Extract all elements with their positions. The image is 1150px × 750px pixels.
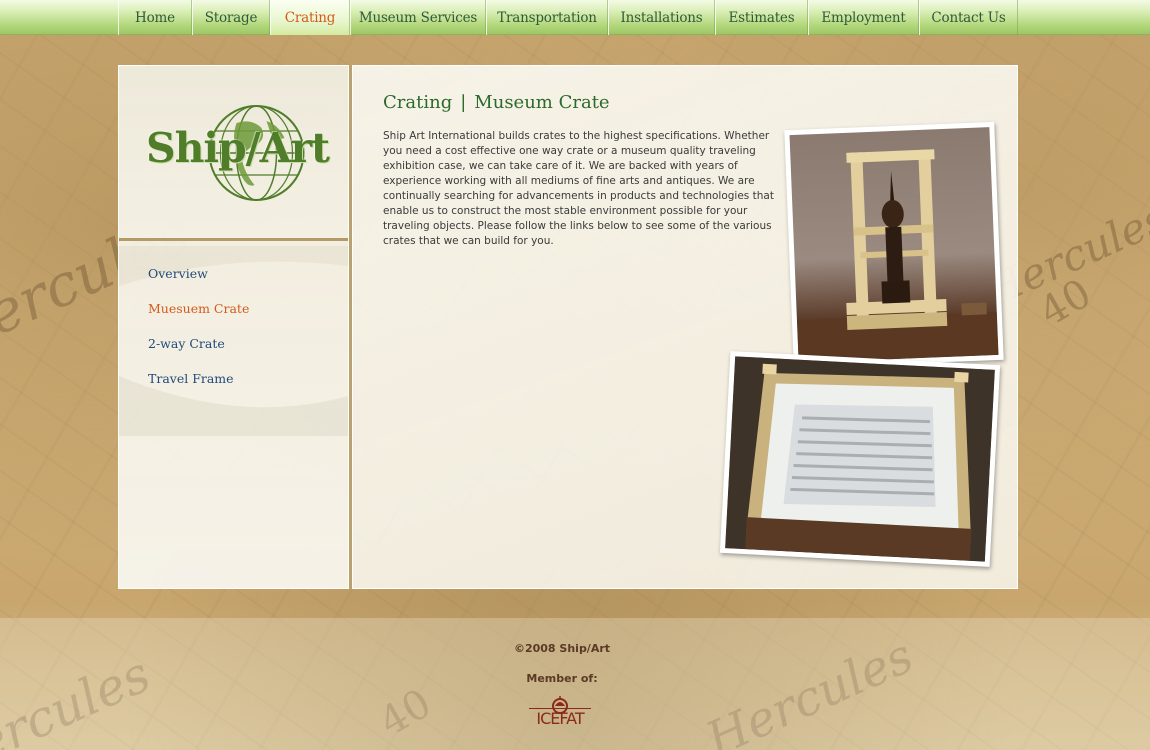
sidebar-item-overview[interactable]: Overview [148,266,249,301]
page-title: Crating | Museum Crate [383,92,610,113]
copyright-text: ©2008 Ship/Art [513,642,611,655]
nav-transportation[interactable]: Transportation [486,0,608,35]
page-title-separator: | [460,92,467,113]
logo-area: Ship/Art [119,66,348,241]
crate-frame-image [796,149,999,363]
member-of-label: Member of: [526,672,598,685]
description-text: Ship Art International builds crates to … [383,130,774,247]
page-title-page: Museum Crate [474,92,610,113]
sidebar-item-museum-crate[interactable]: Muesuem Crate [148,301,249,336]
page-title-section: Crating [383,92,453,113]
footer: ©2008 Ship/Art Member of: ICEFAT [0,618,1150,750]
top-nav-bar: Home Storage Crating Museum Services Tra… [0,0,1150,35]
sidebar: Ship/Art Overview Muesuem Crate 2-way Cr… [118,65,349,589]
map-lettering: 40 [1031,270,1099,336]
nav-estimates[interactable]: Estimates [715,0,808,35]
nav-storage[interactable]: Storage [192,0,270,35]
nav-installations[interactable]: Installations [608,0,715,35]
icefat-logo-text: ICEFAT [529,708,591,728]
nav-home[interactable]: Home [118,0,192,35]
site-logo-text[interactable]: Ship/Art [146,124,330,172]
main-content: Crating | Museum Crate Ship Art Internat… [352,65,1018,589]
open-crate-image [725,356,995,562]
crate-frame-photo [784,121,1004,369]
sidebar-item-2-way-crate[interactable]: 2-way Crate [148,336,249,371]
sidebar-menu: Overview Muesuem Crate 2-way Crate Trave… [148,266,249,406]
main-nav: Home Storage Crating Museum Services Tra… [118,0,1018,35]
open-crate-photo [719,351,1001,567]
nav-employment[interactable]: Employment [808,0,919,35]
nav-museum-services[interactable]: Museum Services [350,0,486,35]
nav-contact-us[interactable]: Contact Us [919,0,1018,35]
sidebar-item-travel-frame[interactable]: Travel Frame [148,371,249,406]
icefat-logo[interactable]: ICEFAT [529,694,591,728]
nav-crating[interactable]: Crating [270,0,350,35]
